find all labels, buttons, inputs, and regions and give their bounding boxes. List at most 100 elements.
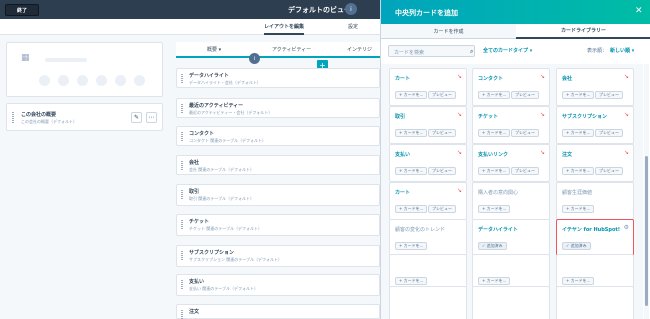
layout-card[interactable]: サブスクリプション サブスクリプション 関連のテーブル（デフォルト） xyxy=(176,245,380,267)
card-title: チケット xyxy=(189,219,210,225)
panel-tabs: カードを作成 カードライブラリー xyxy=(381,24,650,39)
add-card-button[interactable]: + カードを... xyxy=(562,129,595,137)
preview-button[interactable]: プレビュー xyxy=(511,167,539,175)
library-card[interactable]: 支払いリンク ↘ + カードを... プレビュー xyxy=(472,144,550,182)
add-card-button[interactable]: + カードを... xyxy=(478,91,511,99)
card-subtitle: 会社 関連のテーブル（デフォルト） xyxy=(189,167,255,172)
library-card[interactable]: チケット ↘ + カードを... プレビュー xyxy=(472,106,550,144)
company-icon: ▦ xyxy=(21,53,30,63)
drag-handle[interactable] xyxy=(181,251,183,260)
library-card[interactable]: イテヤン for HubSpot! ⚙ ✓ 追加済み xyxy=(556,219,634,257)
drag-handle[interactable] xyxy=(181,104,183,113)
layout-card[interactable]: 会社 会社 関連のテーブル（デフォルト） xyxy=(176,155,380,175)
preview-button[interactable]: プレビュー xyxy=(595,91,623,99)
added-badge[interactable]: ✓ 追加済み xyxy=(478,242,507,250)
add-card-button[interactable]: + カードを... xyxy=(562,91,595,99)
add-card-button[interactable]: + カードを... xyxy=(562,167,595,175)
scroll-thumb[interactable] xyxy=(645,156,648,306)
card-type-dropdown[interactable]: 全てのカードタイプ ▾ xyxy=(483,47,532,54)
add-card-button[interactable]: + カードを... xyxy=(478,205,511,213)
card-title: 会社 xyxy=(189,160,200,166)
layout-card[interactable]: データハイライト データハイライト・会社（デフォルト） xyxy=(176,68,380,88)
preview-button[interactable]: プレビュー xyxy=(595,129,623,137)
drag-handle[interactable] xyxy=(181,132,183,141)
company-summary-section[interactable]: この会社の概要 この会社の概要（デフォルト） ✎ ⋯ xyxy=(6,103,163,131)
layout-card[interactable]: 最近のアクティビティー 最近のアクティビティー・会社（デフォルト） xyxy=(176,98,380,118)
card-title: 取引 xyxy=(395,114,406,120)
pencil-icon[interactable]: ✎ xyxy=(131,112,142,123)
preview-button[interactable]: プレビュー xyxy=(511,91,539,99)
layout-card[interactable]: チケット チケット 関連のテーブル（デフォルト） xyxy=(176,214,380,236)
tab-activity[interactable]: アクティビティー xyxy=(272,46,311,53)
library-card[interactable]: データハイライト ✓ 追加済み xyxy=(472,219,550,257)
library-card[interactable]: 購入者の意向関心 + カードを... xyxy=(472,182,550,220)
card-title: カート xyxy=(395,76,411,82)
add-card-button[interactable]: + カードを... xyxy=(395,277,428,285)
sort-label: 表示順： xyxy=(587,48,608,54)
gear-icon[interactable]: ⚙ xyxy=(624,224,629,231)
search-input[interactable]: カードを検索 ⌕ xyxy=(388,45,475,57)
added-badge[interactable]: ✓ 追加済み xyxy=(562,242,591,250)
add-card-button[interactable]: + カードを... xyxy=(562,277,595,285)
sort-dropdown[interactable]: 新しい順 ▾ xyxy=(610,47,634,54)
add-card-button[interactable]: + カードを... xyxy=(395,91,428,99)
library-card[interactable]: サブスクリプション ↘ + カードを... プレビュー xyxy=(556,106,634,144)
library-card[interactable] xyxy=(556,286,634,319)
preview-button[interactable]: プレビュー xyxy=(428,205,456,213)
layout-card[interactable]: 注文 xyxy=(176,304,380,319)
library-card[interactable]: カート ↘ + カードを... プレビュー xyxy=(389,68,467,106)
card-subtitle: データハイライト・会社（デフォルト） xyxy=(189,80,261,85)
layout-card[interactable]: 取引 取引 関連のテーブル（デフォルト） xyxy=(176,184,380,206)
tab-overview[interactable]: 概要 ▾ xyxy=(207,46,221,53)
library-card[interactable]: 会社 ↘ + カードを... プレビュー xyxy=(556,68,634,106)
add-card-button[interactable]: + カードを... xyxy=(562,205,595,213)
exit-button[interactable]: 終了 xyxy=(5,4,39,16)
library-card[interactable] xyxy=(472,286,550,319)
card-title: 注文 xyxy=(189,309,200,315)
preview-button[interactable]: プレビュー xyxy=(428,129,456,137)
drag-handle[interactable] xyxy=(12,112,14,123)
tab-settings[interactable]: 設定 xyxy=(348,23,358,30)
info-badge[interactable]: i xyxy=(345,3,357,15)
drag-handle[interactable] xyxy=(181,280,183,289)
tab-create-card[interactable]: カードを作成 xyxy=(381,24,516,39)
card-subtitle: コンタクト 関連のテーブル（デフォルト） xyxy=(189,138,267,143)
library-card[interactable]: 注文 ↘ + カードを... プレビュー xyxy=(556,144,634,182)
card-title: データハイライト xyxy=(189,73,229,79)
add-card-button[interactable]: + カードを... xyxy=(395,167,428,175)
library-card[interactable]: 顧客生涯価値 + カードを... xyxy=(556,182,634,220)
layout-card[interactable]: 支払い 支払い 関連のテーブル（デフォルト） xyxy=(176,274,380,296)
info-badge[interactable]: i xyxy=(249,53,260,64)
record-preview-card: ▦ xyxy=(6,42,163,97)
library-card[interactable]: 支払い ↘ + カードを... プレビュー xyxy=(389,144,467,182)
drag-handle[interactable] xyxy=(181,161,183,170)
layout-card[interactable]: コンタクト コンタクト 関連のテーブル（デフォルト） xyxy=(176,126,380,146)
preview-button[interactable]: プレビュー xyxy=(428,91,456,99)
tab-edit-layout[interactable]: レイアウトを編集 xyxy=(264,23,305,35)
tab-card-library[interactable]: カードライブラリー xyxy=(516,24,650,39)
library-card[interactable]: 取引 ↘ + カードを... プレビュー xyxy=(389,106,467,144)
library-card[interactable]: 顧客の変化のトレンド + カードを... xyxy=(389,219,467,257)
add-card-button[interactable]: + カードを... xyxy=(478,167,511,175)
placeholder-line xyxy=(45,58,87,62)
preview-button[interactable]: プレビュー xyxy=(511,129,539,137)
add-card-button[interactable]: + カードを... xyxy=(395,242,428,250)
library-card[interactable]: コンタクト ↘ + カードを... プレビュー xyxy=(472,68,550,106)
add-card-button[interactable]: + カードを... xyxy=(395,205,428,213)
tab-intelligence[interactable]: インテリジ xyxy=(347,46,372,53)
ellipsis-icon[interactable]: ⋯ xyxy=(146,112,157,123)
card-title: コンタクト xyxy=(189,131,215,137)
add-card-button[interactable]: + カードを... xyxy=(478,129,511,137)
preview-button[interactable]: プレビュー xyxy=(428,167,456,175)
close-icon[interactable]: ✕ xyxy=(635,6,643,16)
add-card-button[interactable]: + カードを... xyxy=(478,277,511,285)
add-card-button[interactable]: + カードを... xyxy=(395,129,428,137)
library-card[interactable] xyxy=(389,286,467,319)
preview-button[interactable]: プレビュー xyxy=(595,167,623,175)
drag-handle[interactable] xyxy=(181,74,183,83)
drag-handle[interactable] xyxy=(181,220,183,229)
drag-handle[interactable] xyxy=(181,310,183,319)
drag-handle[interactable] xyxy=(181,190,183,199)
library-card[interactable]: カート ↘ + カードを... プレビュー xyxy=(389,182,467,220)
scrollbar[interactable] xyxy=(644,64,649,319)
